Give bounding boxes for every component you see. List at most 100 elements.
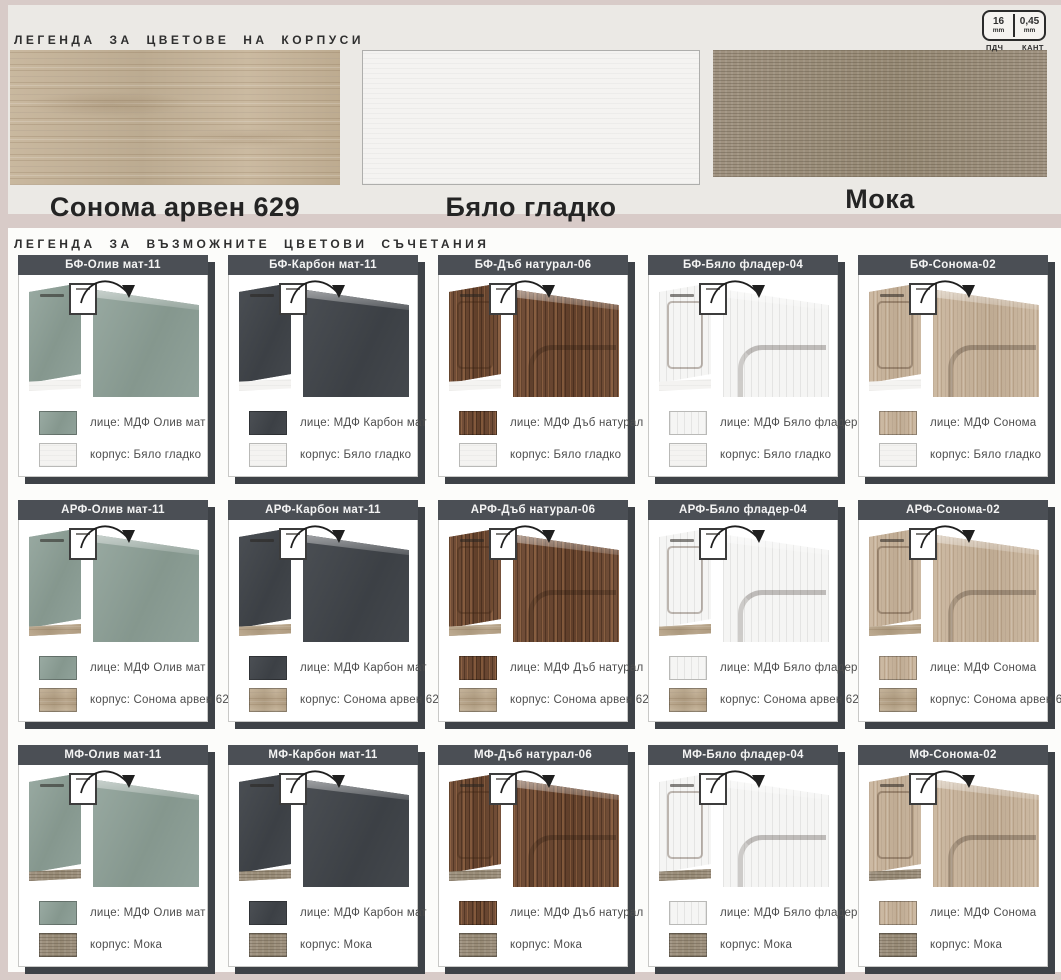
body-color-swatch (669, 933, 707, 957)
body-legend: корпус: Бяло гладко (39, 443, 207, 467)
combo-card-title: АРФ-Бяло фладер-04 (679, 504, 807, 516)
combo-card-title: МФ-Дъб натурал-06 (474, 749, 592, 761)
face-legend: лице: МДФ Бяло фладер (669, 656, 837, 680)
face-legend: лице: МДФ Карбон мат (249, 411, 417, 435)
zoom-arrow-icon (915, 517, 985, 553)
face-color-swatch (669, 901, 707, 925)
combo-card-title: МФ-Олив мат-11 (64, 749, 161, 761)
body-color-swatch (669, 443, 707, 467)
face-color-swatch (249, 901, 287, 925)
face-legend-label: лице: МДФ Бяло фладер (720, 417, 858, 429)
door-illustration (19, 275, 207, 401)
combo-card-title: БФ-Дъб натурал-06 (475, 259, 592, 271)
zoom-arrow-icon (75, 517, 145, 553)
face-legend: лице: МДФ Сонома (879, 901, 1047, 925)
face-legend: лице: МДФ Дъб натурал (459, 411, 627, 435)
combo-card: АРФ-Сонома-02 лице: МДФ Сонома корпус: С… (858, 500, 1048, 722)
body-legend-label: корпус: Мока (90, 939, 162, 951)
body-colors-legend-panel: ЛЕГЕНДА ЗА ЦВЕТОВЕ НА КОРПУСИ Сонома арв… (8, 5, 1061, 214)
combo-card: МФ-Сонома-02 лице: МДФ Сонома корпус: Мо… (858, 745, 1048, 967)
face-legend-label: лице: МДФ Карбон мат (300, 907, 427, 919)
body-color-swatch (249, 688, 287, 712)
face-color-swatch (39, 656, 77, 680)
body-color-swatch (879, 443, 917, 467)
combo-card: АРФ-Олив мат-11 лице: МДФ Олив мат корпу… (18, 500, 208, 722)
combo-card-title: АРФ-Сонома-02 (906, 504, 1000, 516)
combo-card-title: АРФ-Карбон мат-11 (265, 504, 381, 516)
door-illustration (439, 520, 627, 646)
body-legend-label: корпус: Мока (300, 939, 372, 951)
combo-card: МФ-Дъб натурал-06 лице: МДФ Дъб натурал … (438, 745, 628, 967)
combo-card-title: МФ-Карбон мат-11 (268, 749, 377, 761)
body-color-swatch (669, 688, 707, 712)
face-color-swatch (249, 656, 287, 680)
face-legend-label: лице: МДФ Олив мат (90, 417, 206, 429)
body-legend: корпус: Мока (669, 933, 837, 957)
door-illustration (19, 520, 207, 646)
combo-card-body: лице: МДФ Олив мат корпус: Сонома арвен … (18, 520, 208, 722)
combo-card: МФ-Бяло фладер-04 лице: МДФ Бяло фладер … (648, 745, 838, 967)
combo-card-body: лице: МДФ Олив мат корпус: Мока (18, 765, 208, 967)
face-legend-label: лице: МДФ Карбон мат (300, 417, 427, 429)
swatch-white-smooth: Бяло гладко (362, 50, 700, 223)
body-color-swatch (39, 688, 77, 712)
body-legend: корпус: Сонома арвен 629 (669, 688, 837, 712)
door-illustration (649, 520, 837, 646)
face-legend: лице: МДФ Дъб натурал (459, 901, 627, 925)
face-legend: лице: МДФ Бяло фладер (669, 901, 837, 925)
face-legend-label: лице: МДФ Дъб натурал (510, 907, 643, 919)
face-color-swatch (459, 656, 497, 680)
white-smooth-label: Бяло гладко (362, 192, 700, 223)
face-color-swatch (879, 656, 917, 680)
face-legend-label: лице: МДФ Бяло фладер (720, 662, 858, 674)
body-legend-label: корпус: Бяло гладко (90, 449, 201, 461)
combo-grid: БФ-Олив мат-11 лице: МДФ Олив мат корпус… (18, 255, 1048, 967)
door-illustration (859, 275, 1047, 401)
zoom-arrow-icon (75, 272, 145, 308)
mocha-texture (713, 50, 1047, 177)
combo-card-title: АРФ-Дъб натурал-06 (471, 504, 596, 516)
face-legend: лице: МДФ Олив мат (39, 656, 207, 680)
body-legend-label: корпус: Бяло гладко (300, 449, 411, 461)
face-legend-label: лице: МДФ Дъб натурал (510, 417, 643, 429)
zoom-arrow-icon (285, 272, 355, 308)
face-legend: лице: МДФ Олив мат (39, 411, 207, 435)
door-illustration (439, 275, 627, 401)
body-legend: корпус: Сонома арвен 629 (249, 688, 417, 712)
body-legend-label: корпус: Мока (930, 939, 1002, 951)
face-legend-label: лице: МДФ Дъб натурал (510, 662, 643, 674)
zoom-arrow-icon (285, 517, 355, 553)
combo-card-body: лице: МДФ Карбон мат корпус: Мока (228, 765, 418, 967)
body-legend: корпус: Мока (249, 933, 417, 957)
combo-card-body: лице: МДФ Сонома корпус: Мока (858, 765, 1048, 967)
combo-card-title: БФ-Олив мат-11 (65, 259, 161, 271)
body-legend: корпус: Сонома арвен 629 (459, 688, 627, 712)
face-legend-label: лице: МДФ Сонома (930, 417, 1036, 429)
face-color-swatch (249, 411, 287, 435)
combo-card-body: лице: МДФ Бяло фладер корпус: Сонома арв… (648, 520, 838, 722)
body-legend: корпус: Бяло гладко (459, 443, 627, 467)
combo-card: БФ-Олив мат-11 лице: МДФ Олив мат корпус… (18, 255, 208, 477)
combo-card: МФ-Карбон мат-11 лице: МДФ Карбон мат ко… (228, 745, 418, 967)
face-legend: лице: МДФ Сонома (879, 411, 1047, 435)
door-illustration (229, 275, 417, 401)
body-legend-label: корпус: Бяло гладко (930, 449, 1041, 461)
face-color-swatch (879, 901, 917, 925)
body-legend-label: корпус: Сонома арвен 629 (930, 694, 1061, 706)
combo-card-body: лице: МДФ Бяло фладер корпус: Бяло гладк… (648, 275, 838, 477)
combo-card: БФ-Бяло фладер-04 лице: МДФ Бяло фладер … (648, 255, 838, 477)
combo-card-title: БФ-Сонома-02 (910, 259, 996, 271)
thickness-labels: ПДЧ КАНТ (982, 41, 1046, 52)
combinations-legend-title: ЛЕГЕНДА ЗА ВЪЗМОЖНИТЕ ЦВЕТОВИ СЪЧЕТАНИЯ (14, 237, 489, 251)
door-illustration (19, 765, 207, 891)
door-illustration (229, 765, 417, 891)
combo-card-body: лице: МДФ Дъб натурал корпус: Сонома арв… (438, 520, 628, 722)
body-color-swatches: Сонома арвен 629 Бяло гладко Мока (10, 50, 1049, 223)
zoom-arrow-icon (705, 272, 775, 308)
body-legend: корпус: Мока (879, 933, 1047, 957)
body-color-swatch (39, 933, 77, 957)
combo-card: БФ-Сонома-02 лице: МДФ Сонома корпус: Бя… (858, 255, 1048, 477)
face-legend: лице: МДФ Карбон мат (249, 656, 417, 680)
combinations-legend-panel: ЛЕГЕНДА ЗА ВЪЗМОЖНИТЕ ЦВЕТОВИ СЪЧЕТАНИЯ … (8, 228, 1061, 972)
combo-card: БФ-Дъб натурал-06 лице: МДФ Дъб натурал … (438, 255, 628, 477)
